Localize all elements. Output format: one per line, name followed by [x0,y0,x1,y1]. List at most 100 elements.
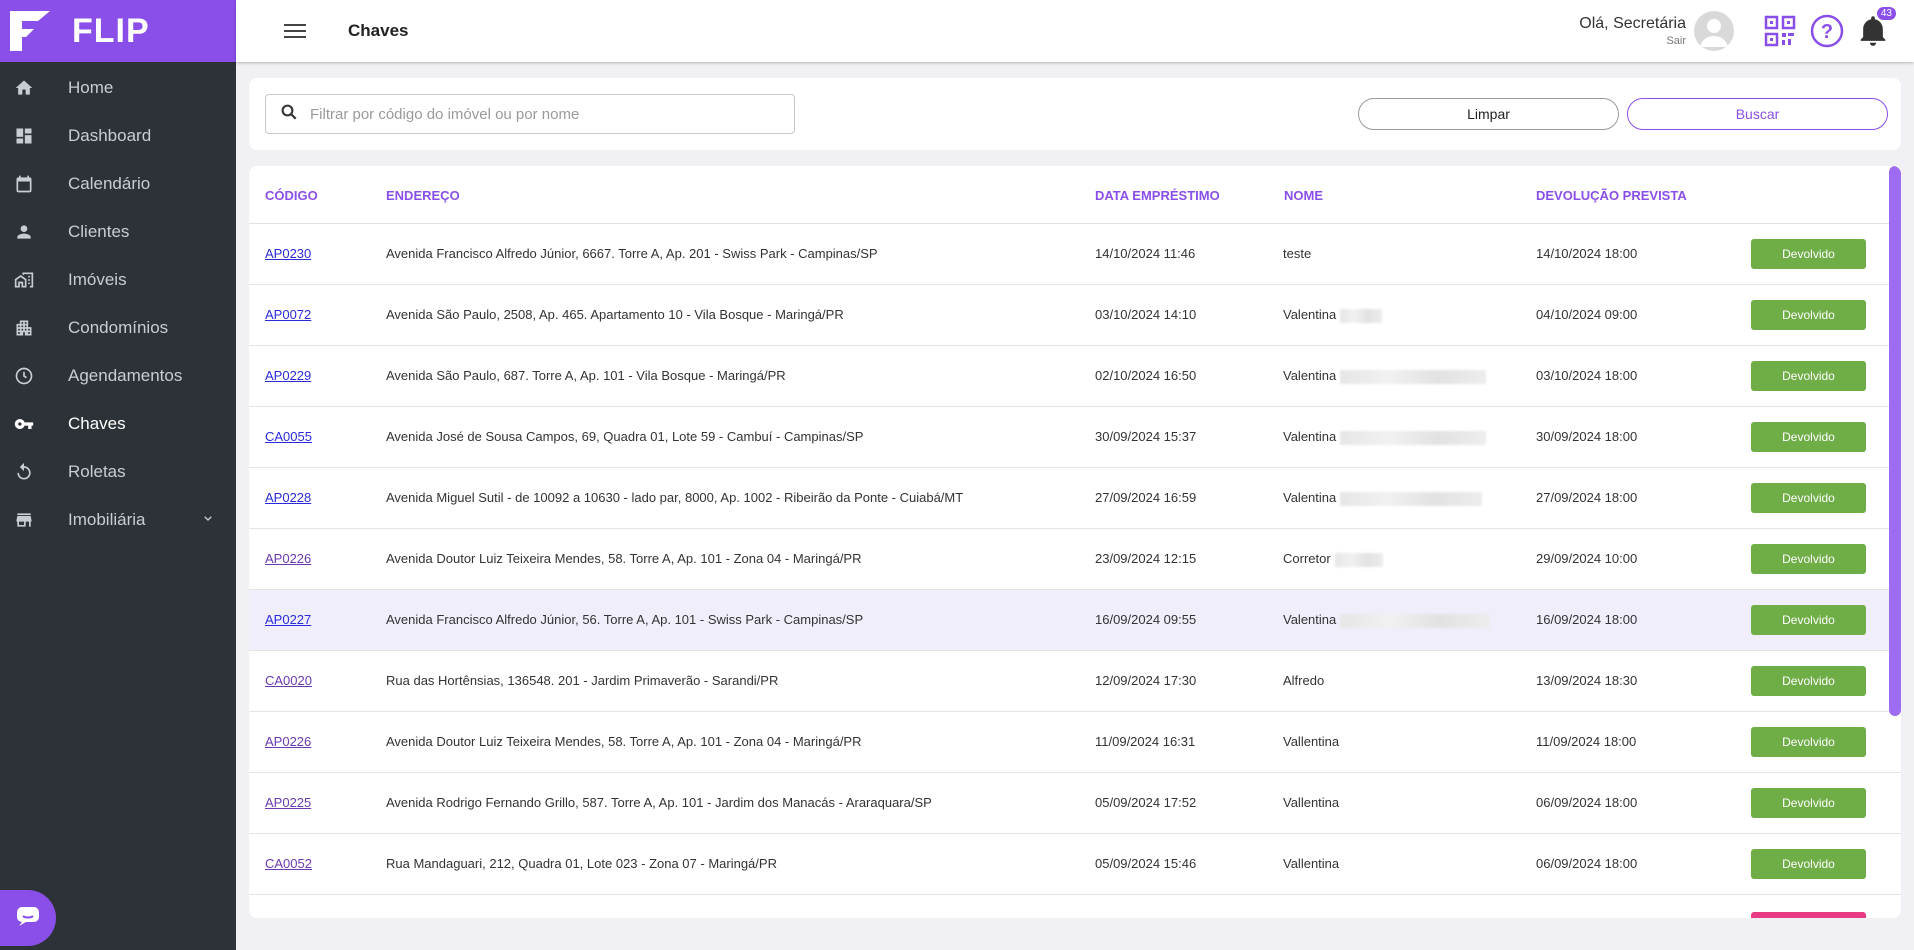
status-returned-button[interactable]: Devolvido [1751,849,1866,879]
sidebar-item-roletas[interactable]: Roletas [0,448,236,496]
address-cell: Avenida Doutor Luiz Teixeira Mendes, 58.… [386,551,862,566]
property-code-link[interactable]: CA0055 [265,429,312,444]
status-returned-button[interactable]: Devolvido [1751,605,1866,635]
name-cell: Valentina [1283,307,1383,323]
name-cell: Corretor [1283,551,1383,567]
redacted-surname [1340,430,1487,445]
status-returned-button[interactable]: Devolvido [1751,239,1866,269]
apartment-icon [12,316,36,340]
status-returned-button[interactable]: Devolvido [1751,422,1866,452]
table-row[interactable]: CA0055 Avenida José de Sousa Campos, 69,… [249,407,1901,468]
page-title: Chaves [348,21,409,40]
search-button[interactable]: Buscar [1627,98,1888,130]
logout-link[interactable]: Sair [1579,35,1686,47]
avatar[interactable] [1694,11,1734,51]
loan-date-cell: 27/09/2024 16:59 [1095,490,1197,505]
return-date-cell: 30/09/2024 18:00 [1536,429,1638,444]
property-code-link[interactable]: AP0227 [265,612,311,627]
return-date-cell: 29/09/2024 10:00 [1536,551,1638,566]
help-icon[interactable]: ? [1810,14,1844,48]
sidebar-nav: Home Dashboard Calendário Clientes Imóve… [0,64,236,544]
sidebar-item-imobiliaria[interactable]: Imobiliária [0,496,236,544]
chat-icon [16,905,40,932]
sidebar-item-imoveis[interactable]: Imóveis [0,256,236,304]
scrollbar-thumb[interactable] [1889,166,1901,716]
svg-text:?: ? [1821,21,1833,43]
sidebar-item-label: Roletas [68,462,126,481]
return-date-cell: 14/10/2024 18:00 [1536,246,1638,261]
status-returned-button[interactable]: Devolvido [1751,727,1866,757]
menu-icon[interactable] [284,21,306,41]
status-returned-button[interactable]: Devolvido [1751,544,1866,574]
sidebar-item-dashboard[interactable]: Dashboard [0,112,236,160]
loan-date-cell: 16/09/2024 09:55 [1095,612,1197,627]
table-row[interactable]: CA0052 Rua Mandaguari, 212, Quadra 01, L… [249,834,1901,895]
sidebar-item-agendamentos[interactable]: Agendamentos [0,352,236,400]
sidebar-item-calendario[interactable]: Calendário [0,160,236,208]
sidebar-item-clientes[interactable]: Clientes [0,208,236,256]
loan-date-cell: 03/10/2024 14:10 [1095,307,1197,322]
property-code-link[interactable]: CA0052 [265,856,312,871]
top-bar: Chaves Olá, Secretária Sair ? 43 [236,0,1914,62]
property-code-link[interactable]: AP0072 [265,307,311,322]
property-code-link[interactable]: AP0225 [265,795,311,810]
property-code-link[interactable]: AP0230 [265,246,311,261]
status-returned-button[interactable]: Devolvido [1751,666,1866,696]
table-row[interactable]: CA0020 Rua das Hortênsias, 136548. 201 -… [249,651,1901,712]
sidebar-item-label: Condomínios [68,318,169,337]
keys-table: CÓDIGO ENDEREÇO DATA EMPRÉSTIMO NOME DEV… [249,166,1901,918]
user-area: Olá, Secretária Sair ? 43 [1579,0,1896,62]
property-code-link[interactable]: AP0226 [265,734,311,749]
name-cell: Valentina [1283,612,1491,628]
sidebar-item-home[interactable]: Home [0,64,236,112]
redacted-surname [1334,552,1383,567]
clear-button[interactable]: Limpar [1358,98,1619,130]
table-row[interactable]: AP0230 Avenida Francisco Alfredo Júnior,… [249,224,1901,285]
column-header-code[interactable]: CÓDIGO [265,188,318,203]
chat-button[interactable] [0,890,56,946]
loan-date-cell: 05/09/2024 15:46 [1095,856,1197,871]
status-returned-button[interactable]: Devolvido [1751,788,1866,818]
table-scrollbar[interactable] [1889,166,1901,918]
brand-header[interactable]: FLIP [0,0,236,62]
sidebar: FLIP Home Dashboard Calendário Clientes [0,0,236,950]
return-date-cell: 06/09/2024 18:00 [1536,856,1638,871]
property-code-link[interactable]: AP0228 [265,490,311,505]
return-date-cell: 27/09/2024 18:00 [1536,490,1638,505]
status-returned-button[interactable]: Devolvido [1751,361,1866,391]
status-pending-button[interactable] [1751,912,1866,918]
search-icon [280,103,298,126]
column-header-name[interactable]: NOME [1284,188,1323,203]
redacted-surname [1340,613,1491,628]
property-code-link[interactable]: CA0020 [265,673,312,688]
name-cell: Vallentina [1283,856,1340,871]
chevron-down-icon[interactable] [200,510,216,531]
table-row[interactable]: AP0226 Avenida Doutor Luiz Teixeira Mend… [249,712,1901,773]
table-row[interactable]: AP0226 Avenida Doutor Luiz Teixeira Mend… [249,529,1901,590]
status-returned-button[interactable]: Devolvido [1751,300,1866,330]
loan-date-cell: 11/09/2024 16:31 [1095,734,1196,749]
qr-code-icon[interactable] [1764,15,1796,47]
sidebar-item-label: Agendamentos [68,366,183,385]
table-row[interactable]: AP0225 Avenida Rodrigo Fernando Grillo, … [249,773,1901,834]
table-row[interactable]: AP0229 Avenida São Paulo, 687. Torre A, … [249,346,1901,407]
bell-icon[interactable]: 43 [1858,7,1896,47]
name-text: Valentina [1283,307,1337,322]
table-row[interactable]: AP0227 Avenida Francisco Alfredo Júnior,… [249,590,1901,651]
column-header-loan-date[interactable]: DATA EMPRÉSTIMO [1095,188,1220,203]
sidebar-item-chaves[interactable]: Chaves [0,400,236,448]
property-code-link[interactable]: AP0226 [265,551,311,566]
calendar-icon [12,172,36,196]
sidebar-item-condominios[interactable]: Condomínios [0,304,236,352]
property-code-link[interactable]: AP0229 [265,368,311,383]
status-returned-button[interactable]: Devolvido [1751,483,1866,513]
column-header-return-date[interactable]: DEVOLUÇÃO PREVISTA [1536,188,1687,203]
column-header-address[interactable]: ENDEREÇO [386,188,460,203]
address-cell: Avenida Francisco Alfredo Júnior, 6667. … [386,246,878,261]
redacted-surname [1340,369,1487,384]
search-box[interactable] [265,94,795,134]
table-row[interactable]: AP0072 Avenida São Paulo, 2508, Ap. 465.… [249,285,1901,346]
search-input[interactable] [310,105,770,123]
name-cell: Alfredo [1283,673,1325,688]
table-row[interactable]: AP0228 Avenida Miguel Sutil - de 10092 a… [249,468,1901,529]
